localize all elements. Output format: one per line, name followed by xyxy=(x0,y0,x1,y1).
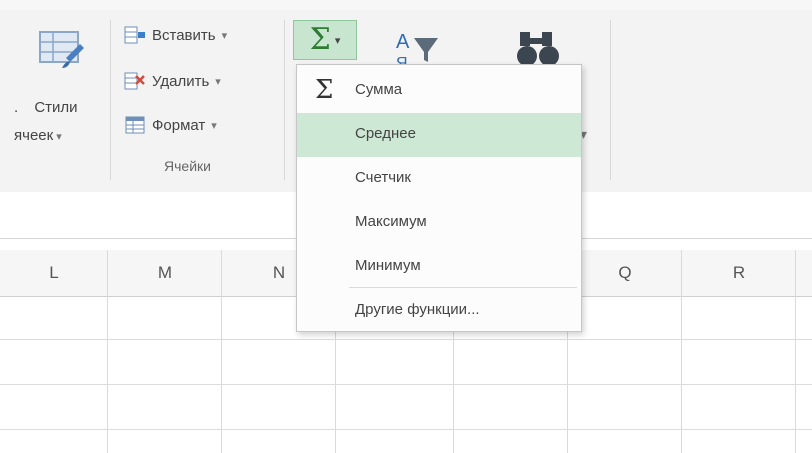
delete-cells-button[interactable]: Удалить ▾ xyxy=(124,70,221,92)
menu-item-count[interactable]: Счетчик xyxy=(297,157,581,201)
delete-cells-label: Удалить xyxy=(152,72,210,90)
row-gridline xyxy=(0,339,812,340)
column-header-q[interactable]: Q xyxy=(568,250,682,296)
cell-styles-icon xyxy=(39,31,84,68)
column-gridline xyxy=(221,250,222,453)
menu-item-label: Максимум xyxy=(355,213,427,230)
truncated-fragment: . xyxy=(14,99,19,116)
menu-item-more-functions[interactable]: Другие функции... xyxy=(297,289,581,333)
format-cells-button[interactable]: Формат ▾ xyxy=(124,114,217,136)
column-header-m[interactable]: M xyxy=(108,250,222,296)
menu-item-label: Среднее xyxy=(355,125,416,142)
autosum-dropdown-menu: Σ Сумма Среднее Счетчик Максимум Минимум… xyxy=(296,64,582,332)
column-header-r[interactable]: R xyxy=(682,250,796,296)
ribbon-top-strip xyxy=(0,0,812,10)
binoculars-icon[interactable] xyxy=(516,28,566,68)
column-gridline xyxy=(795,250,796,453)
menu-item-sum[interactable]: Σ Сумма xyxy=(297,69,581,113)
cell-styles-label-line2: ячеек xyxy=(14,127,54,144)
menu-item-label: Минимум xyxy=(355,257,421,274)
row-gridline xyxy=(0,429,812,430)
chevron-down-icon: ▾ xyxy=(53,131,62,143)
cell-styles-label: . Стили ячеек ▾ xyxy=(14,94,78,151)
column-header-l[interactable]: L xyxy=(0,250,108,296)
menu-separator xyxy=(349,287,577,288)
chevron-down-icon: ▾ xyxy=(221,29,228,42)
row-gridline xyxy=(0,384,812,385)
sigma-icon: Σ xyxy=(309,22,331,57)
chevron-down-icon: ▾ xyxy=(211,119,217,132)
group-divider xyxy=(110,20,111,180)
cell-styles-label-line1: Стили xyxy=(34,99,78,116)
menu-item-max[interactable]: Максимум xyxy=(297,201,581,245)
insert-cells-button[interactable]: Вставить ▾ xyxy=(124,24,227,46)
svg-text:A: A xyxy=(396,31,410,53)
menu-item-label: Сумма xyxy=(355,81,403,98)
menu-item-min[interactable]: Минимум xyxy=(297,245,581,289)
chevron-down-icon: ▾ xyxy=(215,75,221,88)
sigma-icon: Σ xyxy=(315,75,334,105)
group-divider xyxy=(610,20,611,180)
column-gridline xyxy=(681,250,682,453)
menu-item-average[interactable]: Среднее xyxy=(297,113,581,157)
delete-cells-icon xyxy=(124,72,145,90)
insert-cells-icon xyxy=(124,26,145,44)
cells-group-label: Ячейки xyxy=(164,158,211,174)
autosum-button[interactable]: Σ ▾ xyxy=(293,20,357,60)
menu-item-label: Счетчик xyxy=(355,169,411,186)
chevron-down-icon: ▾ xyxy=(334,34,341,47)
format-cells-label: Формат xyxy=(152,116,206,134)
group-divider xyxy=(284,20,285,180)
insert-cells-label: Вставить xyxy=(152,26,216,44)
format-cells-icon xyxy=(125,116,145,134)
menu-item-label: Другие функции... xyxy=(355,301,480,318)
column-gridline xyxy=(107,250,108,453)
